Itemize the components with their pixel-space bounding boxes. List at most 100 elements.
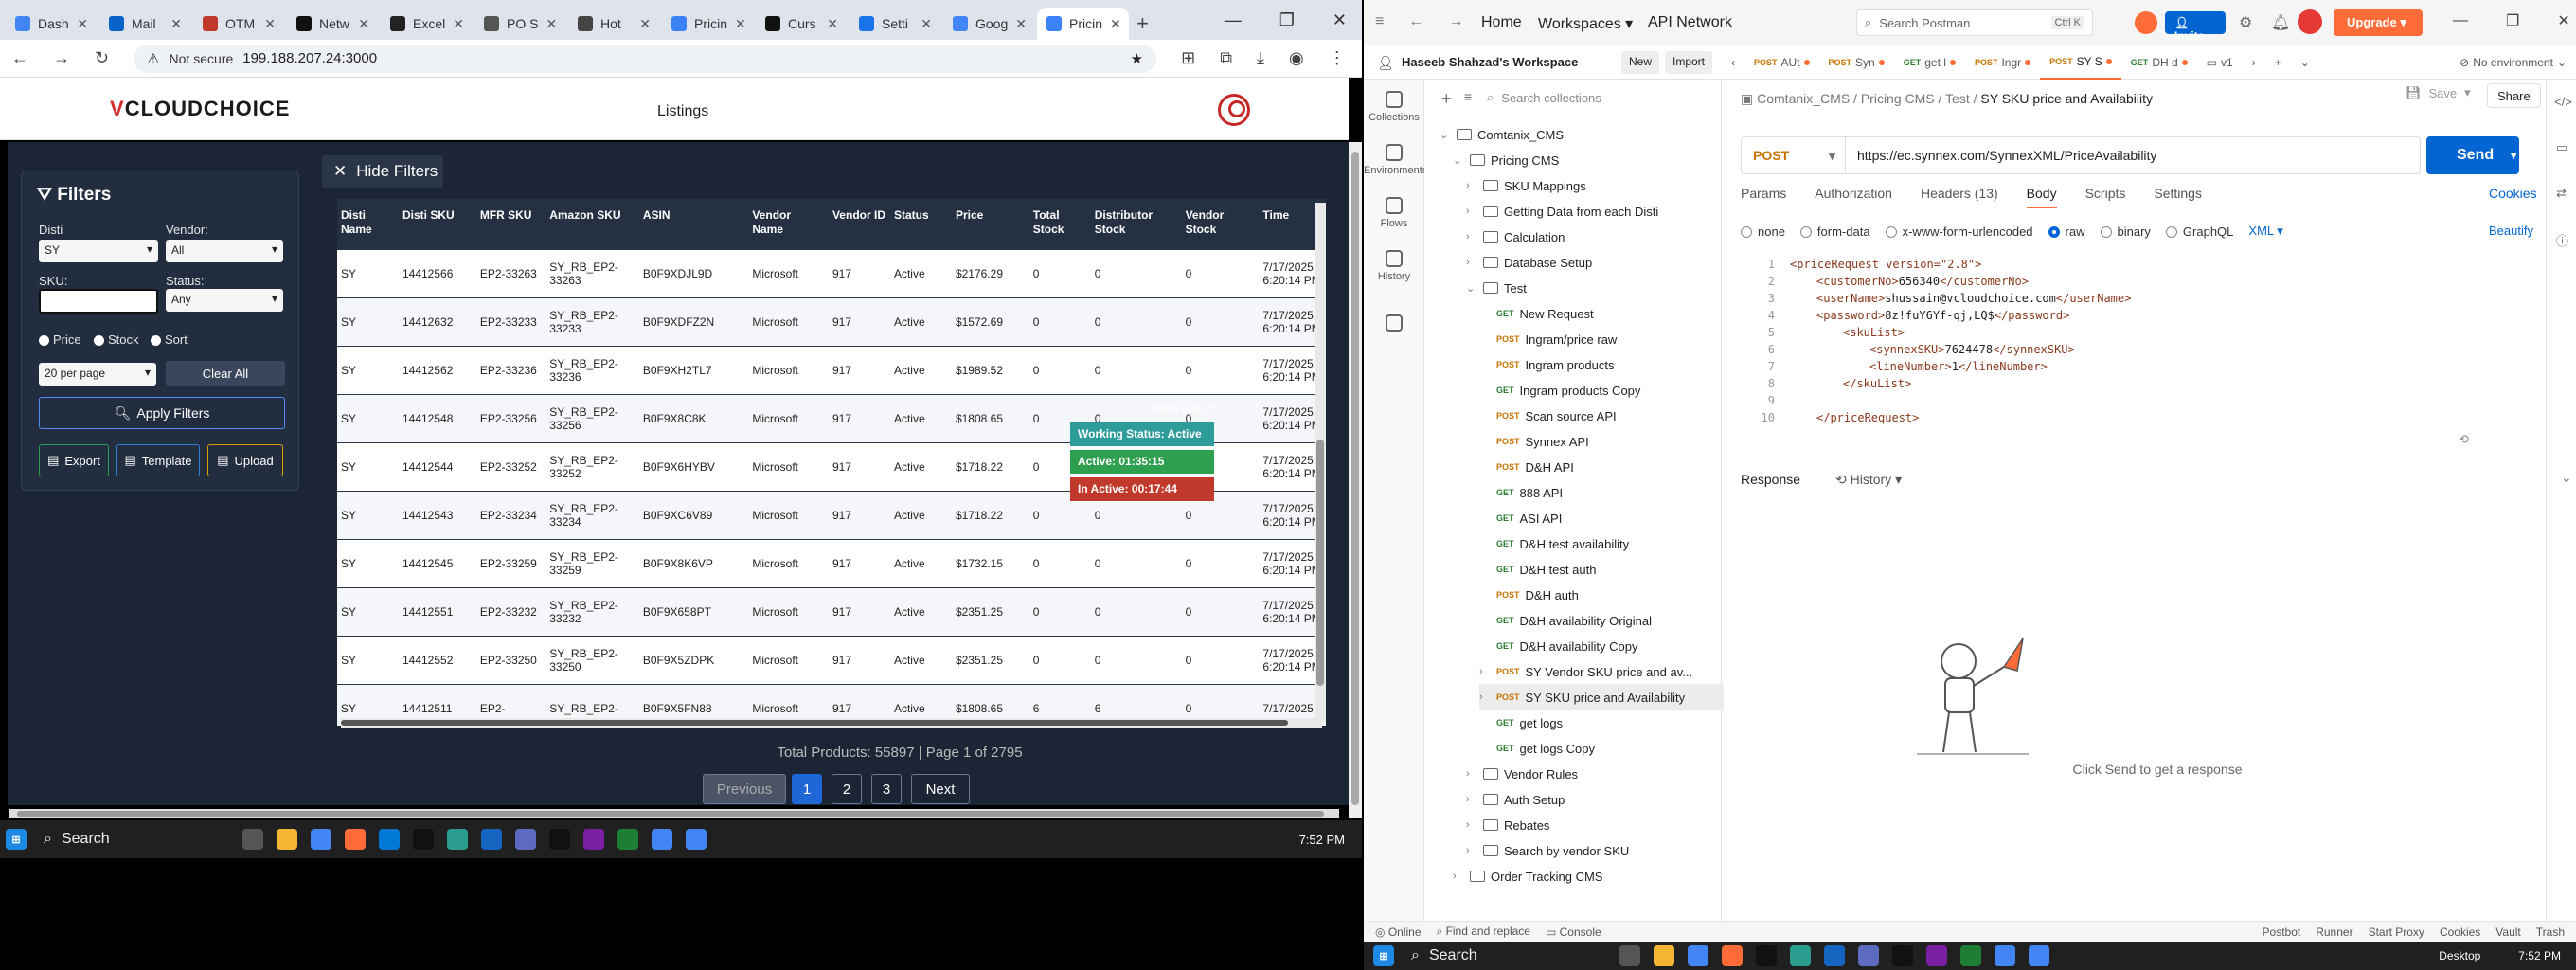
collection-tree-item[interactable]: GET D&H availability Copy bbox=[1479, 633, 1724, 659]
nav-home[interactable]: Home bbox=[1481, 14, 1522, 31]
collection-tree-item[interactable]: POST Ingram products bbox=[1479, 351, 1724, 378]
close-icon[interactable]: ✕ bbox=[1015, 16, 1027, 32]
request-tab[interactable]: POST Syn bbox=[1819, 45, 1894, 80]
browser-tab[interactable]: Pricin ✕ bbox=[1037, 8, 1129, 40]
url-input[interactable]: https://ec.synnex.com/SynnexXML/PriceAva… bbox=[1846, 148, 2156, 163]
bookmark-star-icon[interactable]: ★ bbox=[1131, 50, 1143, 67]
code-line[interactable]: <lineNumber>1</lineNumber> bbox=[1869, 358, 2048, 375]
request-tab[interactable]: GET get l bbox=[1894, 45, 1965, 80]
code-line[interactable]: <password>8z!fuY6Yf-qj,LQ$</password> bbox=[1816, 307, 2069, 324]
chevron-down-icon[interactable]: ▾ bbox=[2511, 149, 2516, 162]
column-header[interactable]: Vendor Stock bbox=[1182, 199, 1260, 250]
table-row[interactable]: SY 14412562 EP2-33236 SY_RB_EP2-33236 B0F9XH… bbox=[337, 347, 1326, 395]
code-line[interactable]: </priceRequest> bbox=[1816, 409, 1919, 426]
request-option-tab[interactable]: Authorization bbox=[1815, 186, 1892, 208]
save-button[interactable]: 💾︎ Save ▾ bbox=[2406, 85, 2471, 100]
page-scrollbar[interactable] bbox=[1349, 142, 1362, 818]
app-icon[interactable] bbox=[1823, 945, 1845, 966]
user-avatar-icon[interactable] bbox=[1218, 94, 1250, 126]
breadcrumb-item[interactable]: Test bbox=[1945, 91, 1970, 106]
sidenav-flows[interactable]: Flows bbox=[1364, 197, 1424, 229]
postman-search[interactable]: ⌕ Search Postman Ctrl K bbox=[1856, 9, 2093, 36]
template-button[interactable]: ▤ Template bbox=[116, 444, 200, 476]
table-row[interactable]: SY 14412551 EP2-33232 SY_RB_EP2-33232 B0F9X6… bbox=[337, 588, 1326, 637]
taskbar-clock[interactable]: 7:52 PM bbox=[2518, 949, 2561, 962]
notifications-bell-icon[interactable]: 🔔︎ bbox=[2271, 13, 2290, 32]
minimize-icon[interactable]: — bbox=[2453, 12, 2468, 29]
body-format-select[interactable]: XML ▾ bbox=[2248, 224, 2282, 239]
app-icon[interactable] bbox=[514, 829, 536, 850]
settings-gear-icon[interactable]: ⚙ bbox=[2239, 13, 2252, 32]
info-icon[interactable]: ⓘ bbox=[2556, 231, 2568, 249]
hide-filters-button[interactable]: ✕ Hide Filters bbox=[322, 155, 443, 188]
vcloudchoice-logo[interactable]: VCLOUDCHOICE bbox=[110, 97, 290, 121]
runner-status[interactable]: Runner bbox=[2316, 925, 2352, 939]
chevron-right-icon[interactable]: ⌄ bbox=[1440, 129, 1451, 141]
user-avatar-icon[interactable] bbox=[2298, 9, 2322, 34]
collection-tree-item[interactable]: GET get logs bbox=[1479, 710, 1724, 736]
column-header[interactable]: Distributor Stock bbox=[1091, 199, 1182, 250]
request-tab[interactable]: GET DH d bbox=[2121, 45, 2197, 80]
workspace-name[interactable]: Haseeb Shahzad's Workspace bbox=[1402, 55, 1578, 69]
page-3-button[interactable]: 3 bbox=[871, 774, 902, 804]
cursor-icon[interactable] bbox=[548, 829, 570, 850]
chevron-right-icon[interactable]: › bbox=[2243, 45, 2265, 80]
forward-icon[interactable]: → bbox=[1448, 13, 1463, 30]
close-icon[interactable]: ✕ bbox=[546, 16, 557, 32]
browser-tab[interactable]: Goog ✕ bbox=[943, 8, 1035, 40]
sort-price-radio[interactable]: Price bbox=[39, 332, 81, 347]
file-explorer-icon[interactable] bbox=[276, 829, 297, 850]
postbot-status[interactable]: Postbot bbox=[2263, 925, 2301, 939]
close-icon[interactable]: ✕ bbox=[1333, 10, 1347, 30]
collection-tree-item[interactable]: POST D&H auth bbox=[1479, 582, 1724, 608]
hamburger-icon[interactable]: ≡ bbox=[1375, 13, 1384, 30]
previous-button[interactable]: Previous bbox=[703, 774, 786, 804]
cookies-link[interactable]: Cookies bbox=[2489, 186, 2537, 201]
collection-tree-item[interactable]: POST Synnex API bbox=[1479, 428, 1724, 455]
collection-tree-item[interactable]: › Vendor Rules bbox=[1466, 761, 1724, 787]
chevron-right-icon[interactable]: › bbox=[1466, 257, 1477, 268]
collection-tree-item[interactable]: GET ASI API bbox=[1479, 505, 1724, 531]
method-select[interactable]: POST ▾ bbox=[1742, 137, 1846, 173]
chevron-down-icon[interactable]: ⌄ bbox=[1466, 282, 1477, 295]
app-icon[interactable] bbox=[412, 829, 434, 850]
download-icon[interactable]: ⤓ bbox=[1257, 48, 1264, 68]
invite-button[interactable]: 👤︎ Invite bbox=[2165, 11, 2226, 43]
breadcrumb-item[interactable]: Comtanix_CMS bbox=[1757, 91, 1850, 106]
history-dropdown[interactable]: ⟲ History ▾ bbox=[1835, 472, 1902, 488]
excel-icon[interactable] bbox=[617, 829, 638, 850]
chrome-icon[interactable] bbox=[1687, 945, 1708, 966]
request-body-editor[interactable]: 1 <priceRequest version="2.8"> 2 <customerN… bbox=[1741, 256, 2555, 445]
desktop-label[interactable]: Desktop bbox=[2439, 949, 2480, 962]
app-icon[interactable] bbox=[446, 829, 468, 850]
history-clock-icon[interactable]: ⟲ bbox=[2459, 432, 2469, 447]
vendor-select[interactable]: All bbox=[166, 240, 283, 262]
online-status[interactable]: ◎ Online bbox=[1375, 925, 1422, 939]
browser-tab[interactable]: Mail ✕ bbox=[99, 8, 191, 40]
collection-tree-item[interactable]: ⌄ Pricing CMS bbox=[1453, 147, 1724, 173]
vault-status[interactable]: Vault bbox=[2496, 925, 2520, 939]
environment-select[interactable]: ⊘ No environment ⌄ bbox=[2450, 45, 2576, 80]
taskbar-clock[interactable]: 7:52 PM bbox=[1299, 833, 1345, 847]
page-horizontal-scrollbar[interactable] bbox=[9, 809, 1339, 818]
body-type-radio[interactable]: x-www-form-urlencoded bbox=[1885, 225, 2033, 239]
chevron-right-icon[interactable]: › bbox=[1466, 768, 1477, 780]
page-2-button[interactable]: 2 bbox=[832, 774, 862, 804]
chrome-icon[interactable] bbox=[310, 829, 331, 850]
windows-start-icon[interactable]: ⊞ bbox=[1373, 945, 1394, 966]
onenote-icon[interactable] bbox=[582, 829, 604, 850]
file-explorer-icon[interactable] bbox=[1653, 945, 1674, 966]
column-header[interactable]: ASIN bbox=[639, 199, 748, 250]
body-type-radio[interactable]: binary bbox=[2100, 225, 2151, 239]
collection-tree-item[interactable]: GET Ingram products Copy bbox=[1479, 377, 1724, 404]
body-type-radio[interactable]: GraphQL bbox=[2165, 225, 2233, 239]
sort-order-radio[interactable]: Sort bbox=[151, 332, 188, 347]
apply-filters-button[interactable]: 🔍︎ Apply Filters bbox=[39, 397, 285, 429]
table-row[interactable]: SY 14412566 EP2-33263 SY_RB_EP2-33263 B0F9XD… bbox=[337, 250, 1326, 298]
sidenav-environments[interactable]: Environments bbox=[1364, 144, 1427, 176]
import-button[interactable]: Import bbox=[1665, 51, 1713, 74]
app-icon[interactable] bbox=[1857, 945, 1879, 966]
table-horizontal-scrollbar[interactable] bbox=[341, 718, 1322, 728]
collection-tree-item[interactable]: GET D&H test auth bbox=[1479, 556, 1724, 583]
new-tab-icon[interactable]: + bbox=[1136, 8, 1149, 40]
